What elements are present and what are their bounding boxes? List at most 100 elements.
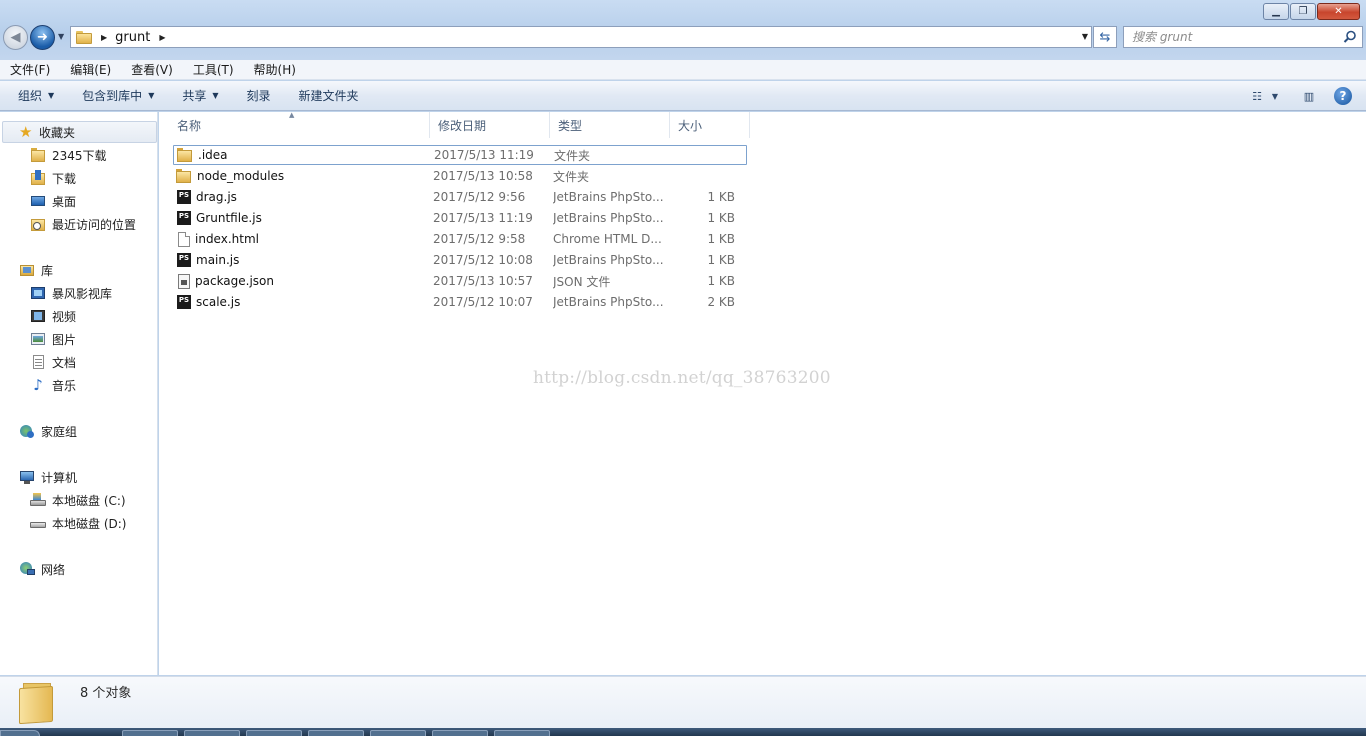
sort-ascending-icon: ▲	[289, 111, 295, 119]
nav-item-drive-d[interactable]: 本地磁盘 (D:)	[30, 513, 126, 533]
file-type: Chrome HTML D...	[553, 232, 662, 246]
file-name: scale.js	[196, 295, 241, 309]
file-name: index.html	[195, 232, 259, 246]
new-folder-button[interactable]: 新建文件夹	[285, 87, 373, 104]
close-button[interactable]: ✕	[1317, 3, 1360, 20]
recent-pages-dropdown[interactable]: ▼	[58, 32, 64, 41]
nav-favorites[interactable]: ★ 收藏夹	[2, 121, 157, 143]
file-row[interactable]: PS Gruntfile.js 2017/5/13 11:19 JetBrains…	[173, 208, 747, 228]
taskbar-app-button[interactable]	[432, 730, 488, 736]
refresh-button[interactable]: ⇆	[1093, 26, 1117, 48]
organize-button[interactable]: 组织 ▼	[0, 87, 68, 104]
chevron-down-icon[interactable]: ▼	[1082, 32, 1088, 41]
drive-icon	[30, 515, 46, 531]
item-count: 8 个对象	[80, 686, 132, 701]
nav-network[interactable]: 网络	[19, 559, 65, 579]
file-date: 2017/5/13 10:57	[433, 274, 533, 288]
share-label: 共享	[182, 89, 207, 103]
file-name: node_modules	[197, 169, 285, 183]
nav-item-music[interactable]: ♪ 音乐	[30, 375, 76, 395]
column-header-name[interactable]: 名称 ▲	[169, 111, 430, 138]
nav-libraries[interactable]: 库	[19, 260, 53, 280]
nav-item-storm-video-library[interactable]: 暴风影视库	[30, 283, 112, 303]
menu-view[interactable]: 查看(V)	[121, 61, 183, 78]
share-button[interactable]: 共享 ▼	[168, 87, 232, 104]
nav-item-drive-c[interactable]: 本地磁盘 (C:)	[30, 490, 126, 510]
nav-item-desktop[interactable]: 桌面	[30, 191, 76, 211]
back-button[interactable]: ◀	[3, 25, 28, 50]
nav-item-recent-places[interactable]: 最近访问的位置	[30, 214, 136, 234]
menu-help[interactable]: 帮助(H)	[244, 61, 306, 78]
taskbar-app-button[interactable]	[246, 730, 302, 736]
file-date: 2017/5/12 9:58	[433, 232, 526, 246]
nav-computer[interactable]: 计算机	[19, 467, 77, 487]
column-header-type[interactable]: 类型	[550, 112, 670, 138]
chevron-down-icon[interactable]: ▼	[1270, 86, 1280, 106]
nav-item-pictures[interactable]: 图片	[30, 329, 76, 349]
file-row[interactable]: PS scale.js 2017/5/12 10:07 JetBrains Php…	[173, 292, 747, 312]
column-header-label: 大小	[678, 118, 703, 133]
menu-edit[interactable]: 编辑(E)	[60, 61, 121, 78]
help-icon: ?	[1334, 87, 1352, 105]
taskbar-app-button[interactable]	[370, 730, 426, 736]
nav-item-label: 本地磁盘 (D:)	[52, 516, 127, 531]
breadcrumb-grunt[interactable]: grunt	[115, 30, 150, 45]
file-row[interactable]: index.html 2017/5/12 9:58 Chrome HTML D.…	[173, 229, 747, 249]
minimize-button[interactable]: ▁	[1263, 3, 1289, 20]
taskbar-app-button[interactable]	[494, 730, 550, 736]
watermark: http://blog.csdn.net/qq_38763200	[533, 368, 831, 388]
menu-bar: 文件(F) 编辑(E) 查看(V) 工具(T) 帮助(H)	[0, 60, 1366, 80]
folder-icon	[30, 147, 46, 163]
taskbar-app-button[interactable]	[122, 730, 178, 736]
taskbar-app-button[interactable]	[184, 730, 240, 736]
file-size: 1 KB	[707, 190, 735, 204]
column-header-size[interactable]: 大小	[670, 112, 750, 138]
start-button[interactable]	[0, 730, 40, 736]
file-name: .idea	[198, 148, 228, 162]
search-box[interactable]	[1123, 26, 1363, 48]
file-type: JetBrains PhpSto...	[553, 190, 664, 204]
forward-button[interactable]: ➜	[30, 25, 55, 50]
help-button[interactable]: ?	[1332, 86, 1354, 106]
file-name-cell: PS main.js	[173, 253, 433, 267]
change-view-icon[interactable]: ☷	[1246, 86, 1268, 106]
nav-computer-label: 计算机	[41, 470, 78, 485]
search-input[interactable]	[1132, 30, 1342, 44]
nav-item-downloads[interactable]: 下载	[30, 168, 76, 188]
file-name-cell: package.json	[173, 273, 433, 289]
burn-button[interactable]: 刻录	[233, 87, 285, 104]
file-row[interactable]: .idea 2017/5/13 11:19 文件夹	[173, 145, 747, 165]
file-row[interactable]: PS main.js 2017/5/12 10:08 JetBrains PhpS…	[173, 250, 747, 270]
taskbar	[0, 728, 1366, 736]
search-icon[interactable]	[1343, 30, 1357, 44]
pictures-icon	[30, 331, 46, 347]
file-row[interactable]: node_modules 2017/5/13 10:58 文件夹	[173, 166, 747, 186]
file-size: 1 KB	[707, 274, 735, 288]
video-icon	[30, 308, 46, 324]
column-headers: 名称 ▲ 修改日期 类型 大小	[169, 111, 750, 138]
libraries-icon	[19, 262, 35, 278]
column-header-date[interactable]: 修改日期	[430, 112, 550, 138]
nav-item-label: 图片	[52, 332, 77, 347]
nav-item-label: 视频	[52, 309, 77, 324]
menu-tools[interactable]: 工具(T)	[183, 61, 244, 78]
nav-item-2345-downloads[interactable]: 2345下载	[30, 145, 107, 165]
file-type: JSON 文件	[553, 274, 611, 289]
breadcrumb-separator-icon[interactable]: ▶	[159, 33, 165, 42]
breadcrumb-separator-icon[interactable]: ▶	[101, 33, 107, 42]
taskbar-app-button[interactable]	[308, 730, 364, 736]
arrow-left-icon: ◀	[10, 30, 21, 45]
nav-item-documents[interactable]: 文档	[30, 352, 76, 372]
menu-file[interactable]: 文件(F)	[0, 61, 60, 78]
address-bar[interactable]: ▶ grunt ▶ ▼	[70, 26, 1092, 48]
file-row[interactable]: PS drag.js 2017/5/12 9:56 JetBrains PhpSt…	[173, 187, 747, 207]
preview-pane-icon[interactable]: ▥	[1298, 86, 1320, 106]
recent-places-icon	[30, 216, 46, 232]
nav-homegroup[interactable]: 家庭组	[19, 421, 77, 441]
include-in-library-button[interactable]: 包含到库中 ▼	[68, 87, 168, 104]
file-name-cell: index.html	[173, 231, 433, 247]
nav-item-videos[interactable]: 视频	[30, 306, 76, 326]
maximize-button[interactable]: ❐	[1290, 3, 1316, 20]
file-row[interactable]: package.json 2017/5/13 10:57 JSON 文件 1 K…	[173, 271, 747, 291]
nav-favorites-label: 收藏夹	[39, 125, 76, 140]
